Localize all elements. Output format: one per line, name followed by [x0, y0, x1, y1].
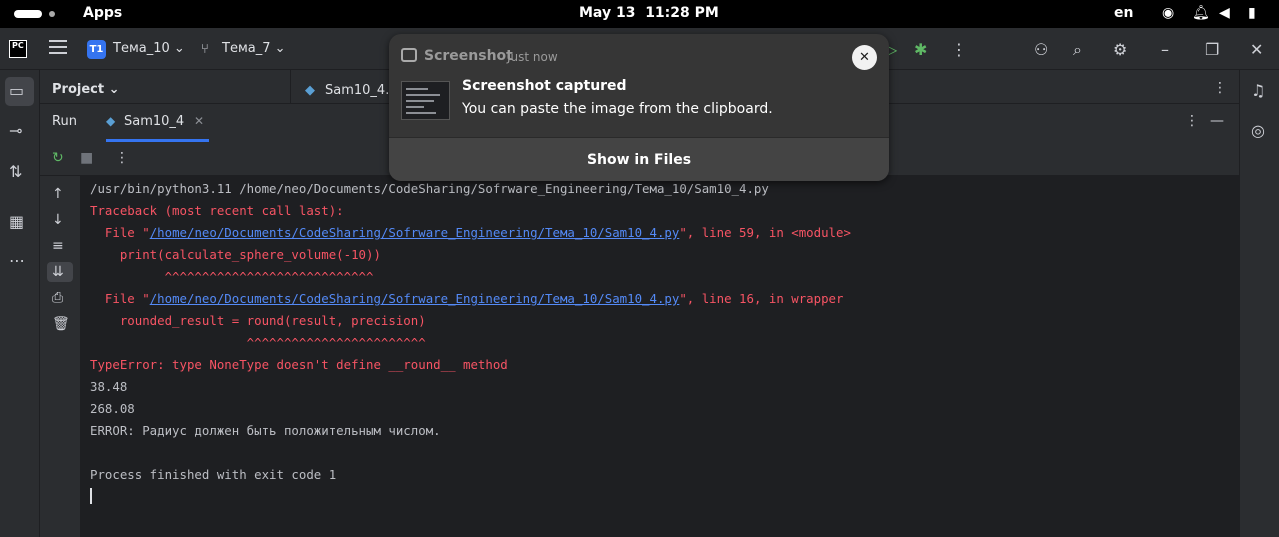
project-selector[interactable]: Тема_10 ⌄: [113, 41, 185, 56]
system-top-bar: Apps May 13 11:28 PM en ◉ 🔔︎ ◀ ▮: [0, 0, 1279, 28]
screenshot-app-icon: [401, 48, 417, 62]
python-file-icon: ◆: [305, 83, 315, 98]
console-line: File "/home/neo/Documents/CodeSharing/So…: [90, 291, 844, 306]
close-notification-button[interactable]: ✕: [852, 45, 877, 70]
console-line-post: ", line 59, in <module>: [679, 225, 851, 240]
console-line: ERROR: Радиус должен быть положительным …: [90, 423, 441, 438]
ai-assistant-icon[interactable]: ◎: [1251, 121, 1265, 140]
volume-icon[interactable]: ◀: [1219, 5, 1230, 21]
notification-body: You can paste the image from the clipboa…: [462, 101, 773, 117]
notification-time: Just now: [507, 50, 558, 64]
left-tool-strip: ▭ ⊸ ⇅ ▦ ⋯: [0, 70, 40, 537]
branch-selector[interactable]: Тема_7 ⌄: [222, 41, 286, 56]
clock[interactable]: May 13 11:28 PM: [579, 5, 719, 21]
console-line: 38.48: [90, 379, 128, 394]
branch-name: Тема_7: [222, 41, 271, 56]
more-actions-icon[interactable]: ⋮: [951, 40, 967, 59]
run-window-options-icon[interactable]: ⋮: [1185, 113, 1199, 129]
scroll-up-icon[interactable]: ↑: [52, 186, 64, 202]
console-line: File "/home/neo/Documents/CodeSharing/So…: [90, 225, 851, 240]
stop-icon[interactable]: ■: [80, 150, 93, 166]
workspace-indicator-active[interactable]: [14, 10, 42, 18]
console-line-post: ", line 16, in wrapper: [679, 291, 844, 306]
scroll-down-icon[interactable]: ↓: [52, 212, 64, 228]
structure-icon[interactable]: ▦: [9, 212, 24, 231]
console-line: Process finished with exit code 1: [90, 467, 337, 482]
pull-requests-icon[interactable]: ⇅: [9, 162, 22, 181]
debug-icon[interactable]: ✱: [914, 40, 927, 59]
console-line: 268.08: [90, 401, 135, 416]
battery-icon[interactable]: ▮: [1248, 5, 1256, 21]
text-cursor: [90, 488, 92, 504]
settings-gear-icon[interactable]: ⚙: [1113, 40, 1127, 59]
console-gutter: ↑ ↓ ≡ ⇊ ⎙ 🗑︎: [40, 176, 80, 537]
notification-title: Screenshot captured: [462, 78, 627, 94]
project-panel-label: Project: [52, 82, 105, 97]
clock-time: 11:28 PM: [645, 5, 719, 21]
clear-trash-icon[interactable]: 🗑︎: [52, 316, 70, 332]
notification-icon[interactable]: 🔔︎: [1192, 5, 1210, 21]
notification-app-name: Screenshot: [424, 48, 513, 64]
add-user-icon[interactable]: ⚇: [1034, 40, 1048, 59]
run-tab-label: Sam10_4: [124, 114, 185, 129]
soft-wrap-icon[interactable]: ≡: [52, 238, 64, 254]
maximize-icon[interactable]: ❐: [1205, 40, 1219, 59]
run-tab[interactable]: ◆ Sam10_4 ✕: [106, 104, 209, 142]
hide-run-window-icon[interactable]: —: [1210, 113, 1224, 129]
project-folder-icon[interactable]: ▭: [9, 81, 24, 100]
python-run-icon: ◆: [106, 114, 116, 128]
console-line: TypeError: type NoneType doesn't define …: [90, 357, 508, 372]
project-panel-title[interactable]: Project ⌄: [52, 82, 120, 97]
file-link[interactable]: /home/neo/Documents/CodeSharing/Sofrware…: [150, 225, 680, 240]
print-icon[interactable]: ⎙: [52, 290, 63, 306]
screenshot-thumbnail: [401, 81, 450, 120]
wifi-icon[interactable]: ◉: [1162, 5, 1174, 21]
keyboard-layout[interactable]: en: [1114, 5, 1133, 21]
console-line: ^^^^^^^^^^^^^^^^^^^^^^^^^^^^: [90, 269, 374, 284]
apps-button[interactable]: Apps: [83, 5, 122, 21]
console-output[interactable]: /usr/bin/python3.11 /home/neo/Documents/…: [80, 176, 1239, 537]
run-toolbar-more-icon[interactable]: ⋮: [115, 150, 129, 166]
notifications-bell-icon[interactable]: ♫: [1251, 81, 1265, 100]
minimize-icon[interactable]: –: [1161, 40, 1169, 59]
console-line: rounded_result = round(result, precision…: [90, 313, 426, 328]
project-name: Тема_10: [113, 41, 170, 56]
main-menu-icon[interactable]: [49, 40, 67, 58]
scroll-to-end-icon[interactable]: ⇊: [52, 264, 64, 280]
more-tools-icon[interactable]: ⋯: [9, 251, 25, 270]
project-badge[interactable]: T1: [87, 40, 106, 59]
close-window-icon[interactable]: ✕: [1250, 40, 1263, 59]
pycharm-logo-icon: PC: [9, 40, 27, 58]
rerun-icon[interactable]: ↻: [52, 150, 64, 166]
workspace-indicator[interactable]: [49, 11, 55, 17]
close-run-tab-icon[interactable]: ✕: [194, 114, 204, 128]
console-line: ^^^^^^^^^^^^^^^^^^^^^^^^: [90, 335, 426, 350]
clock-date: May 13: [579, 5, 636, 21]
console-line: Traceback (most recent call last):: [90, 203, 344, 218]
console-line-pre: File ": [90, 291, 150, 306]
console-line: /usr/bin/python3.11 /home/neo/Documents/…: [90, 181, 769, 196]
right-tool-strip: ♫ ◎: [1239, 70, 1279, 537]
console-line: print(calculate_sphere_volume(-10)): [90, 247, 381, 262]
console-line-pre: File ": [90, 225, 150, 240]
branch-icon: ⑂: [201, 42, 209, 57]
editor-tabs-more-icon[interactable]: ⋮: [1213, 80, 1227, 96]
show-in-files-button[interactable]: Show in Files: [389, 137, 889, 181]
file-link[interactable]: /home/neo/Documents/CodeSharing/Sofrware…: [150, 291, 680, 306]
commit-icon[interactable]: ⊸: [9, 121, 22, 140]
screenshot-notification[interactable]: Screenshot Just now ✕ Screenshot capture…: [389, 34, 889, 181]
search-icon[interactable]: ⌕: [1073, 40, 1082, 60]
run-window-title: Run: [52, 114, 77, 129]
